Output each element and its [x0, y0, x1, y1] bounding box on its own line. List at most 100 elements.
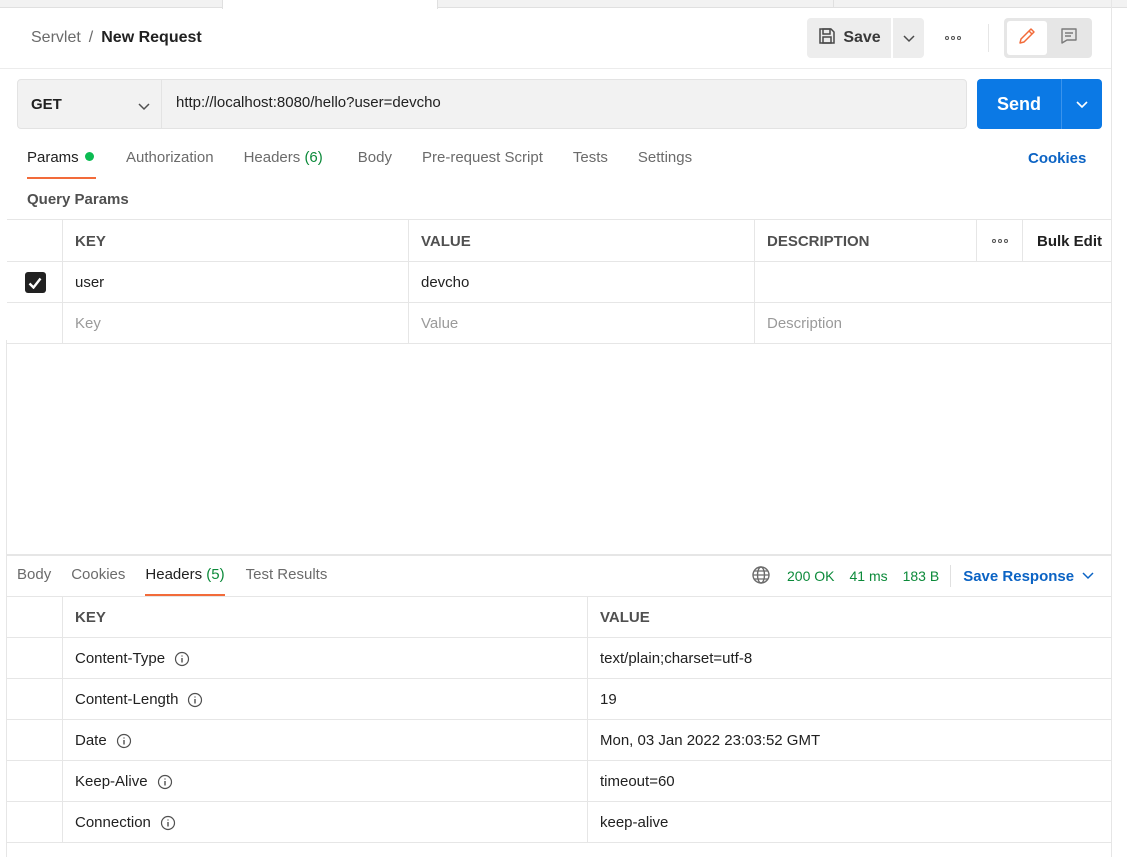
- checkmark-icon: [28, 277, 42, 289]
- cookies-link[interactable]: Cookies: [1028, 150, 1086, 167]
- column-header-value: VALUE: [408, 220, 754, 262]
- request-name[interactable]: New Request: [101, 29, 201, 47]
- new-key-input[interactable]: Key: [62, 303, 408, 344]
- tab-label: Authorization: [126, 149, 214, 166]
- param-description-cell[interactable]: [754, 262, 1112, 303]
- gutter-cell: [7, 761, 63, 802]
- response-splitter[interactable]: [7, 554, 1112, 556]
- header-key: Content-Length: [75, 691, 179, 708]
- table-row: Keep-Alive timeout=60: [7, 761, 1112, 802]
- table-header-row: KEY VALUE: [7, 597, 1112, 638]
- tab-label: Test Results: [245, 566, 328, 583]
- new-description-input[interactable]: Description: [754, 303, 1112, 344]
- tab-divider: [833, 0, 834, 8]
- response-time[interactable]: 41 ms: [849, 568, 887, 584]
- header-checkbox-cell: [7, 220, 63, 262]
- save-options-button[interactable]: [893, 18, 924, 58]
- table-row: user devcho: [7, 262, 1112, 303]
- column-options-button[interactable]: [976, 220, 1023, 262]
- status-divider: [950, 565, 952, 587]
- status-code[interactable]: 200 OK: [787, 568, 834, 584]
- param-enabled-checkbox[interactable]: [24, 272, 46, 293]
- more-actions-button[interactable]: [936, 28, 970, 48]
- tab-tests[interactable]: Tests: [573, 149, 608, 179]
- tab-label: Params: [27, 149, 79, 166]
- header-key-cell: Connection: [62, 802, 588, 843]
- tab-authorization[interactable]: Authorization: [126, 149, 214, 179]
- header-value-cell[interactable]: timeout=60: [587, 761, 1112, 802]
- table-header-row: KEY VALUE DESCRIPTION Bulk Edit: [7, 220, 1112, 262]
- header-key-cell: Content-Length: [62, 679, 588, 720]
- tab-settings[interactable]: Settings: [638, 149, 692, 179]
- comment-icon: [1059, 26, 1079, 50]
- breadcrumb-collection[interactable]: Servlet: [31, 29, 81, 47]
- more-icon: [945, 36, 949, 40]
- info-icon[interactable]: [157, 774, 173, 790]
- method-label: GET: [31, 95, 62, 113]
- save-icon: [817, 26, 837, 51]
- request-header: Servlet / New Request Save: [0, 8, 1112, 69]
- send-options-button[interactable]: [1062, 79, 1102, 129]
- tab-label: Body: [17, 566, 52, 583]
- request-tabs: Params Authorization Headers (6) Body Pr…: [27, 149, 692, 179]
- tab-label: Headers: [145, 566, 203, 583]
- table-row-empty: Key Value Description: [7, 303, 1112, 344]
- response-size[interactable]: 183 B: [903, 568, 940, 584]
- tab-response-body[interactable]: Body: [17, 566, 51, 596]
- save-button[interactable]: Save: [807, 18, 891, 58]
- send-button[interactable]: Send: [977, 79, 1061, 129]
- chevron-down-icon: [138, 98, 150, 115]
- globe-icon[interactable]: [751, 565, 771, 588]
- tab-test-results[interactable]: Test Results: [246, 566, 328, 596]
- header-key-cell: Date: [62, 720, 588, 761]
- url-input[interactable]: http://localhost:8080/hello?user=devcho: [176, 94, 936, 111]
- row-checkbox-cell: [7, 303, 63, 344]
- param-key-cell[interactable]: user: [62, 262, 408, 303]
- send-button-group: Send: [977, 79, 1102, 129]
- comments-button[interactable]: [1049, 21, 1089, 55]
- info-icon[interactable]: [116, 733, 132, 749]
- edit-mode-button[interactable]: [1007, 21, 1047, 55]
- tab-strip: [0, 0, 1127, 9]
- tab-response-cookies[interactable]: Cookies: [71, 566, 125, 596]
- tab-count: (6): [304, 149, 323, 166]
- header-value-cell[interactable]: text/plain;charset=utf-8: [587, 638, 1112, 679]
- query-params-table: KEY VALUE DESCRIPTION Bulk Edit user dev…: [7, 219, 1112, 344]
- chevron-down-icon: [1082, 572, 1094, 580]
- column-header-key: KEY: [62, 220, 408, 262]
- header-key: Content-Type: [75, 650, 166, 667]
- tab-pre-request-script[interactable]: Pre-request Script: [422, 149, 543, 179]
- tab-body[interactable]: Body: [358, 149, 392, 179]
- table-row: Content-Length 19: [7, 679, 1112, 720]
- info-icon[interactable]: [174, 651, 190, 667]
- param-value-cell[interactable]: devcho: [408, 262, 754, 303]
- table-row: Content-Type text/plain;charset=utf-8: [7, 638, 1112, 679]
- tab-label: Cookies: [71, 566, 126, 583]
- breadcrumb-separator: /: [88, 29, 94, 46]
- new-value-input[interactable]: Value: [408, 303, 754, 344]
- tab-count: (5): [206, 566, 225, 583]
- column-header-value: VALUE: [587, 597, 1112, 638]
- header-key: Date: [75, 732, 107, 749]
- header-value-cell[interactable]: Mon, 03 Jan 2022 23:03:52 GMT: [587, 720, 1112, 761]
- header-divider: [988, 24, 989, 52]
- pencil-icon: [1017, 26, 1037, 50]
- header-value-cell[interactable]: keep-alive: [587, 802, 1112, 843]
- info-icon[interactable]: [187, 692, 203, 708]
- tab-params[interactable]: Params: [27, 149, 96, 179]
- header-key: Keep-Alive: [75, 773, 148, 790]
- response-headers-table: KEY VALUE Content-Type text/plain;charse…: [7, 596, 1112, 843]
- row-checkbox-cell: [7, 262, 63, 303]
- info-icon[interactable]: [160, 815, 176, 831]
- gutter-cell: [7, 638, 63, 679]
- header-key-cell: Content-Type: [62, 638, 588, 679]
- header-value-cell[interactable]: 19: [587, 679, 1112, 720]
- chevron-down-icon: [902, 30, 915, 47]
- params-active-dot: [84, 152, 94, 161]
- save-response-button[interactable]: Save Response: [963, 568, 1094, 585]
- bulk-edit-button[interactable]: Bulk Edit: [1022, 220, 1112, 262]
- column-header-key: KEY: [62, 597, 588, 638]
- tab-response-headers[interactable]: Headers (5): [145, 566, 225, 596]
- method-select[interactable]: GET: [18, 80, 162, 128]
- tab-headers[interactable]: Headers (6): [244, 149, 323, 179]
